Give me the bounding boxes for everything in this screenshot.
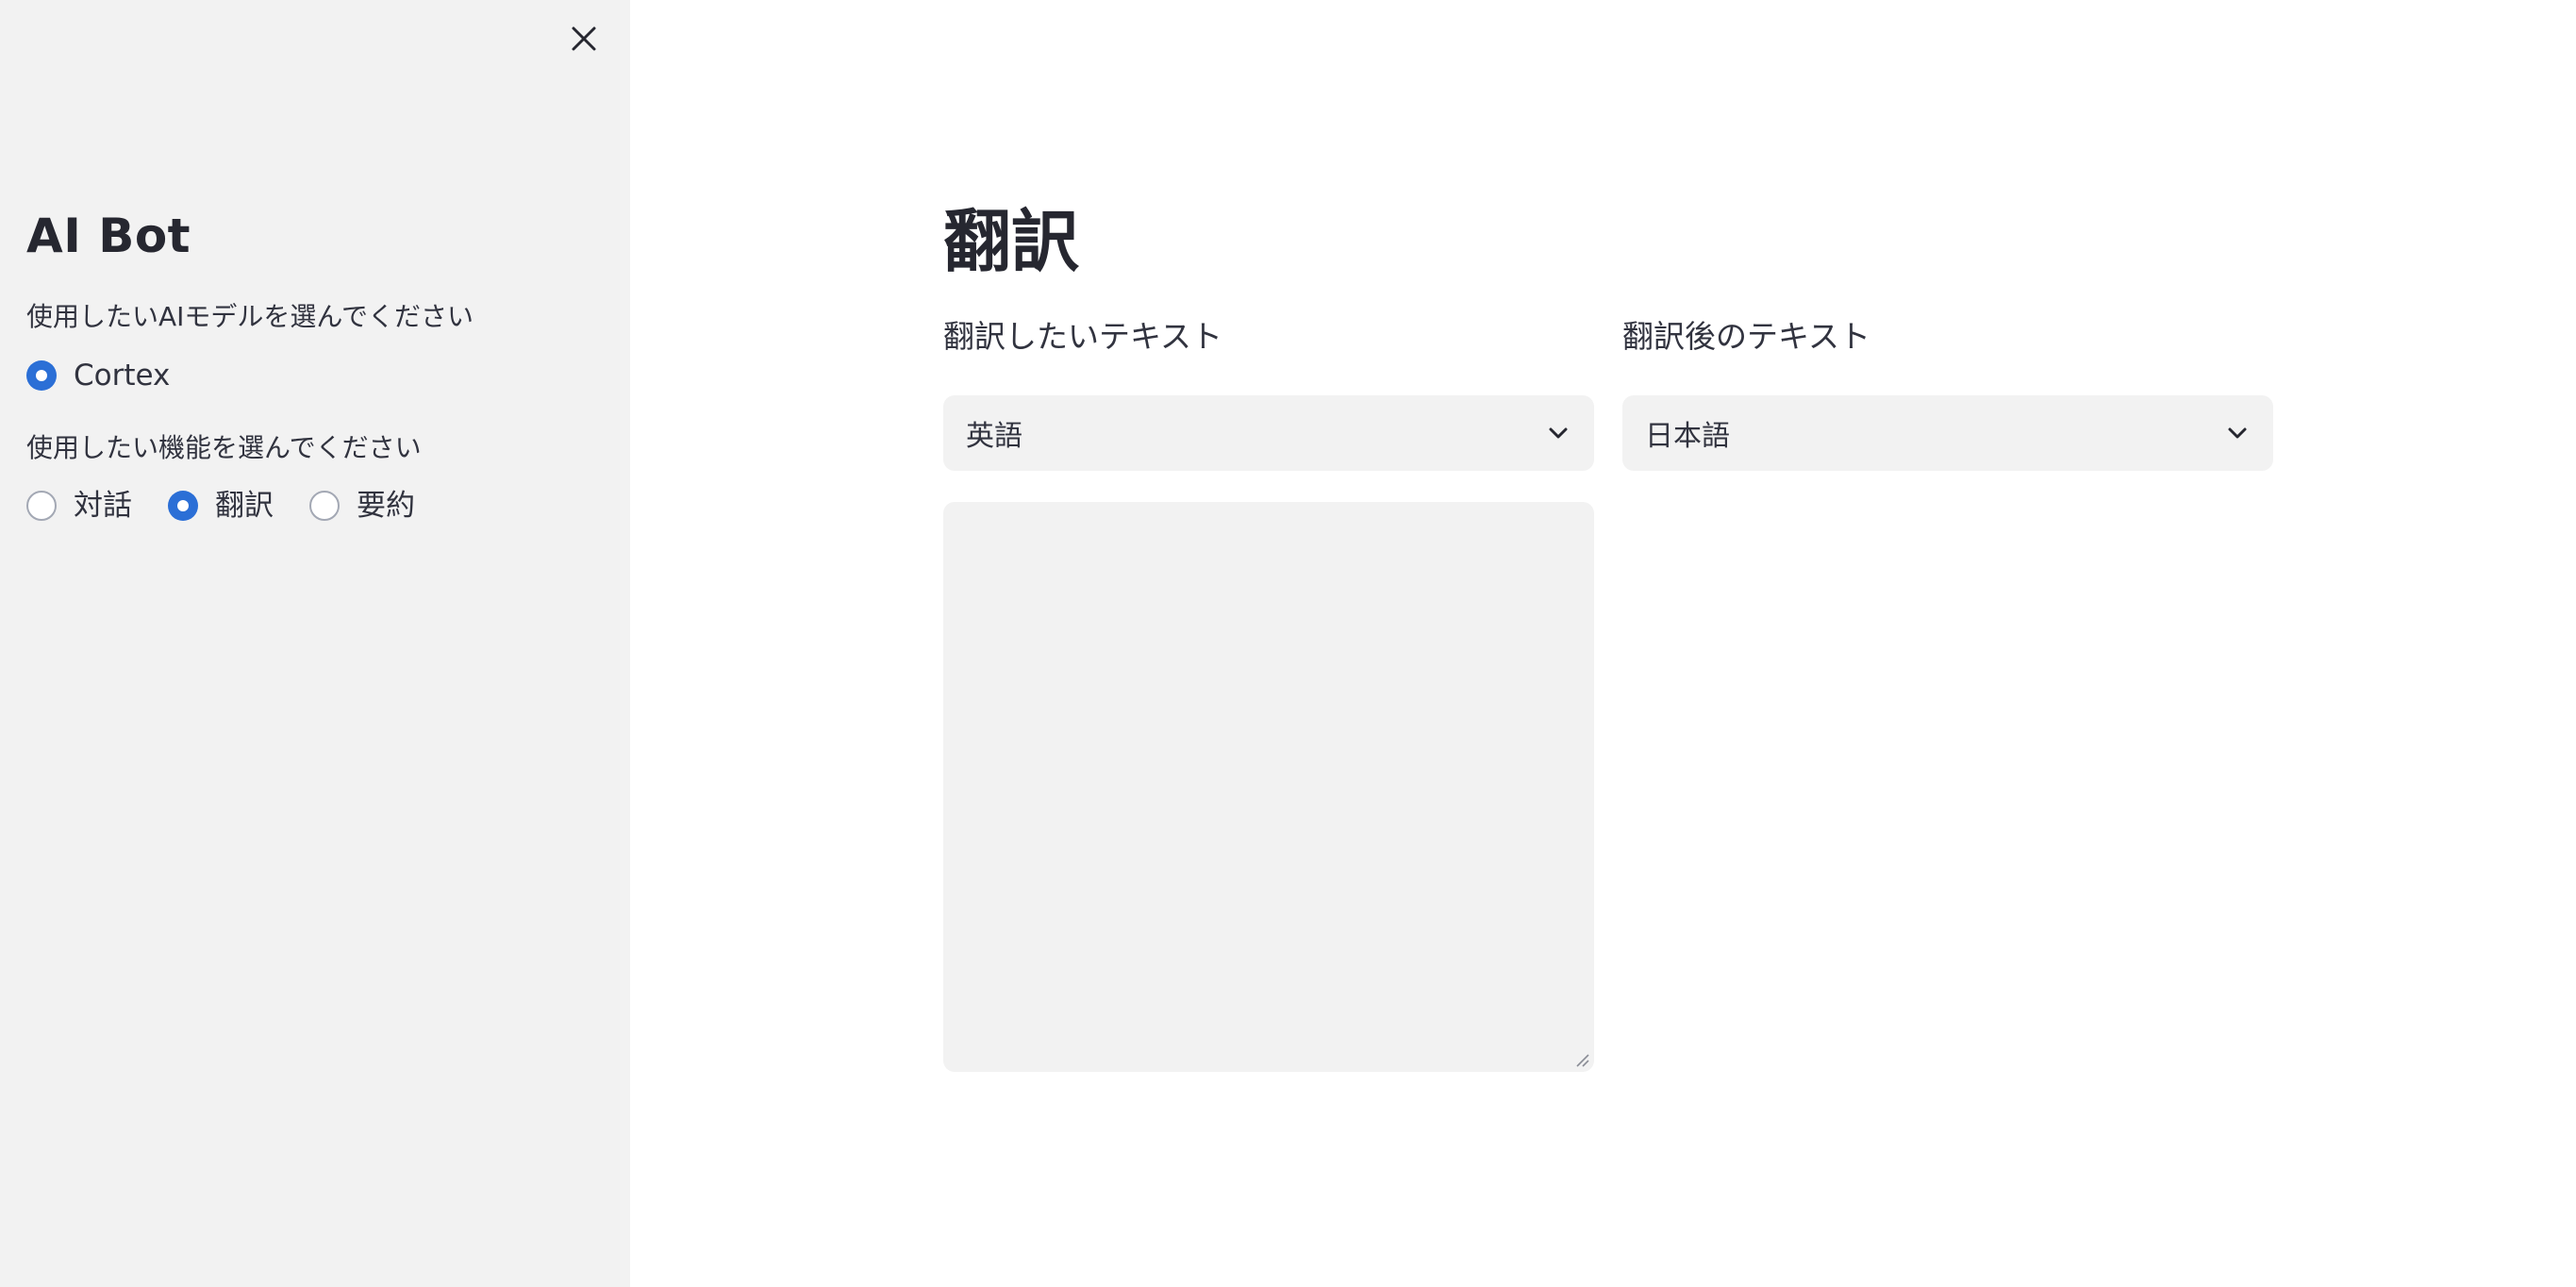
feature-option-chat[interactable]: 対話 bbox=[26, 487, 132, 525]
feature-radio-group: 対話 翻訳 要約 bbox=[26, 487, 453, 525]
feature-option-summarize[interactable]: 要約 bbox=[309, 487, 415, 525]
source-text-input[interactable] bbox=[943, 502, 1594, 1072]
resize-handle-icon[interactable] bbox=[1573, 1051, 1590, 1068]
feature-option-translate[interactable]: 翻訳 bbox=[168, 487, 274, 525]
feature-option-label: 要約 bbox=[357, 489, 415, 523]
radio-button-checked[interactable] bbox=[168, 491, 198, 521]
model-select-label: 使用したいAIモデルを選んでください bbox=[26, 301, 474, 332]
sidebar-close-button[interactable] bbox=[564, 19, 604, 58]
close-icon bbox=[572, 26, 596, 51]
model-option-cortex[interactable]: Cortex bbox=[26, 357, 170, 394]
source-text-area-container bbox=[943, 502, 1594, 1072]
feature-option-label: 翻訳 bbox=[215, 489, 274, 523]
sidebar: AI Bot 使用したいAIモデルを選んでください Cortex 使用したい機能… bbox=[0, 0, 630, 1287]
radio-button[interactable] bbox=[309, 491, 340, 521]
radio-button-checked[interactable] bbox=[26, 360, 57, 391]
feature-select-label: 使用したい機能を選んでください bbox=[26, 432, 422, 463]
source-language-value: 英語 bbox=[966, 420, 1022, 453]
target-language-value: 日本語 bbox=[1645, 420, 1730, 453]
page-title: 翻訳 bbox=[943, 202, 1080, 281]
app-window: AI Bot 使用したいAIモデルを選んでください Cortex 使用したい機能… bbox=[0, 0, 2576, 1287]
model-option-label: Cortex bbox=[74, 359, 171, 393]
target-text-label: 翻訳後のテキスト bbox=[1622, 318, 1871, 355]
radio-button[interactable] bbox=[26, 491, 57, 521]
source-text-label: 翻訳したいテキスト bbox=[943, 318, 1223, 355]
target-language-select[interactable]: 日本語 bbox=[1622, 395, 2273, 471]
sidebar-title: AI Bot bbox=[26, 209, 191, 263]
chevron-down-icon bbox=[2224, 420, 2251, 446]
feature-option-label: 対話 bbox=[74, 489, 132, 523]
chevron-down-icon bbox=[1545, 420, 1571, 446]
source-language-select[interactable]: 英語 bbox=[943, 395, 1594, 471]
model-radio-group: Cortex bbox=[26, 357, 208, 394]
